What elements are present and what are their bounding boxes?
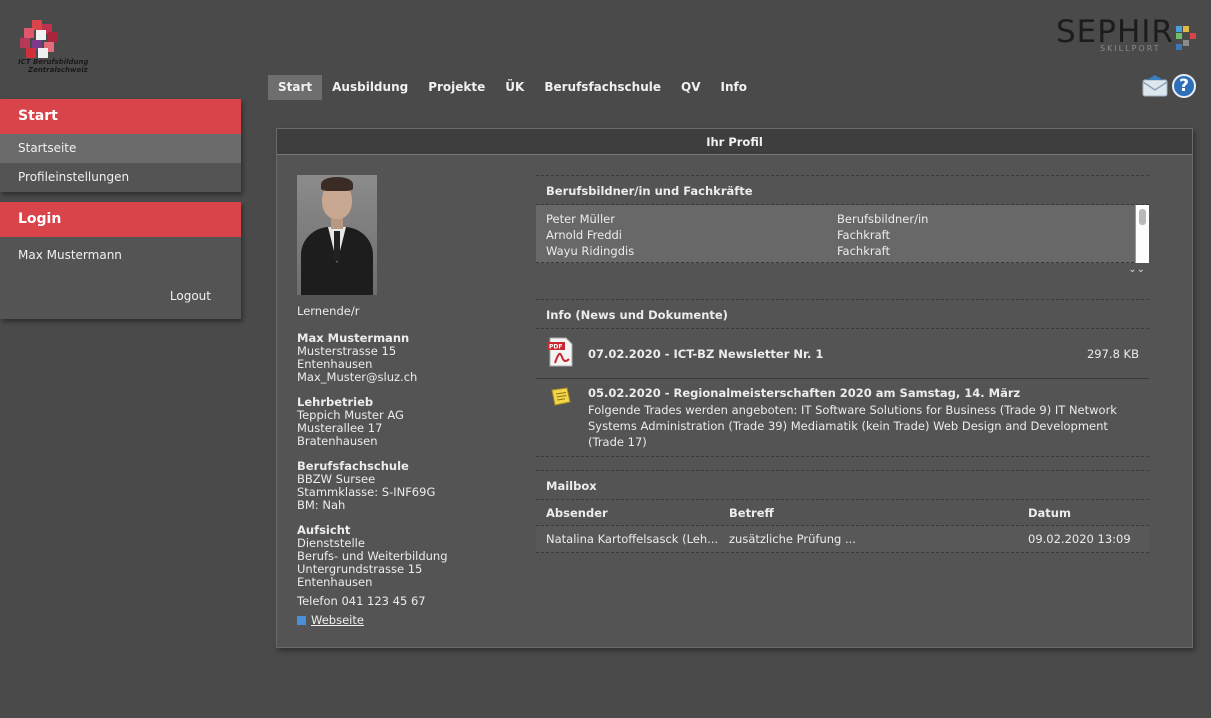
top-nav: Start Ausbildung Projekte ÜK Berufsfachs… — [268, 75, 757, 100]
nav-projekte[interactable]: Projekte — [418, 75, 495, 100]
ict-logo-cubes — [18, 18, 64, 58]
ict-logo-subtext: Zentralschweiz — [28, 66, 88, 74]
profile-details: Lernende/r Max Mustermann Musterstrasse … — [297, 305, 527, 627]
profile-email: Max_Muster@sluz.ch — [297, 370, 418, 384]
help-icon[interactable]: ? — [1172, 74, 1196, 98]
news-item[interactable]: 05.02.2020 - Regionalmeisterschaften 202… — [536, 379, 1149, 457]
nav-berufsfachschule[interactable]: Berufsfachschule — [534, 75, 671, 100]
panel-title: Ihr Profil — [277, 129, 1192, 155]
aufsicht-line-4: Entenhausen — [297, 575, 373, 589]
profile-phone: Telefon 041 123 45 67 — [297, 594, 426, 608]
nav-start[interactable]: Start — [268, 75, 323, 100]
news-title[interactable]: 05.02.2020 - Regionalmeisterschaften 202… — [588, 386, 1020, 400]
file-size: 297.8 KB — [1086, 347, 1139, 361]
nav-ausbildung[interactable]: Ausbildung — [322, 75, 418, 100]
mail-date: 09.02.2020 13:09 — [1028, 532, 1131, 546]
sephir-logo-sub: SKILLPORT — [1100, 44, 1161, 53]
trainers-heading: Berufsbildner/in und Fachkräfte — [536, 175, 1149, 205]
chevron-double-down-icon[interactable]: ⌄⌄ — [536, 263, 1149, 279]
sidebar-login-header: Login — [0, 202, 241, 237]
nav-qv[interactable]: QV — [671, 75, 711, 100]
sidebar: Start Startseite Profileinstellungen Log… — [0, 99, 241, 329]
external-link-icon — [297, 616, 306, 625]
mailbox-heading: Mailbox — [536, 470, 1149, 500]
profile-lehrbetrieb: Lehrbetrieb Teppich Muster AG Musteralle… — [297, 396, 527, 448]
note-icon — [550, 387, 572, 407]
list-item: Peter Müller Berufsbildner/in — [536, 211, 1149, 227]
sidebar-login-block: Login Max Mustermann Logout — [0, 202, 241, 319]
logout-link[interactable]: Logout — [0, 273, 241, 319]
trainer-name: Wayu Ridingdis — [546, 244, 635, 258]
list-item: Arnold Freddi Fachkraft — [536, 227, 1149, 243]
info-heading: Info (News und Dokumente) — [536, 299, 1149, 329]
svg-text:PDF: PDF — [549, 344, 562, 351]
sidebar-start-block: Start Startseite Profileinstellungen — [0, 99, 241, 192]
lehrbetrieb-city: Bratenhausen — [297, 434, 378, 448]
trainers-scrollbar[interactable] — [1135, 205, 1149, 263]
sidebar-item-startseite[interactable]: Startseite — [0, 134, 241, 163]
nav-uek[interactable]: ÜK — [495, 75, 534, 100]
column-header-absender[interactable]: Absender — [546, 500, 729, 525]
website-link-label[interactable]: Webseite — [311, 614, 364, 627]
trainer-name: Arnold Freddi — [546, 228, 622, 242]
profile-person: Max Mustermann Musterstrasse 15 Entenhau… — [297, 332, 527, 384]
profile-berufsfachschule: Berufsfachschule BBZW Sursee Stammklasse… — [297, 460, 527, 512]
mail-sender: Natalina Kartoffelsasck (Leh... — [546, 532, 719, 546]
sidebar-user-name: Max Mustermann — [18, 248, 122, 262]
nav-info[interactable]: Info — [711, 75, 757, 100]
sephir-logo: SEPHIR SKILLPORT — [1056, 14, 1201, 58]
mailbox-section: Mailbox Absender Betreff Datum Natalina … — [536, 470, 1149, 553]
trainer-role: Fachkraft — [837, 244, 891, 258]
trainers-section: Berufsbildner/in und Fachkräfte Peter Mü… — [536, 175, 1149, 279]
profile-panel: Ihr Profil Lernende/r Max Mustermann Mus… — [276, 128, 1193, 648]
envelope-icon[interactable] — [1142, 74, 1168, 98]
table-row[interactable]: Natalina Kartoffelsasck (Leh... zusätzli… — [536, 526, 1149, 553]
scrollbar-thumb[interactable] — [1139, 209, 1146, 225]
sidebar-start-header[interactable]: Start — [0, 99, 241, 134]
schule-bm: BM: Nah — [297, 498, 346, 512]
profile-role: Lernende/r — [297, 304, 360, 318]
website-link[interactable]: Webseite — [297, 614, 527, 627]
mail-subject: zusätzliche Prüfung ... — [729, 532, 856, 546]
news-title[interactable]: 07.02.2020 - ICT-BZ Newsletter Nr. 1 — [588, 347, 823, 361]
sidebar-item-profileinstellungen[interactable]: Profileinstellungen — [0, 163, 241, 192]
news-item[interactable]: PDF 07.02.2020 - ICT-BZ Newsletter Nr. 1… — [536, 329, 1149, 379]
profile-photo — [297, 175, 377, 295]
ict-logo-text: ICT Berufsbildung — [18, 58, 89, 66]
trainer-name: Peter Müller — [546, 212, 615, 226]
column-header-betreff[interactable]: Betreff — [729, 500, 1028, 525]
pdf-icon: PDF — [546, 337, 576, 367]
trainer-role: Fachkraft — [837, 228, 891, 242]
profile-aufsicht: Aufsicht Dienststelle Berufs- und Weiter… — [297, 524, 527, 589]
news-text: Folgende Trades werden angeboten: IT Sof… — [588, 403, 1117, 449]
column-header-datum[interactable]: Datum — [1028, 500, 1148, 525]
trainers-list: Peter Müller Berufsbildner/in Arnold Fre… — [536, 205, 1149, 263]
trainer-role: Berufsbildner/in — [837, 212, 929, 226]
mailbox-header-row: Absender Betreff Datum — [536, 500, 1149, 526]
info-section: Info (News und Dokumente) PDF 07.02.2020… — [536, 299, 1149, 457]
ict-logo: ICT Berufsbildung Zentralschweiz — [16, 18, 96, 78]
list-item: Wayu Ridingdis Fachkraft — [536, 243, 1149, 259]
